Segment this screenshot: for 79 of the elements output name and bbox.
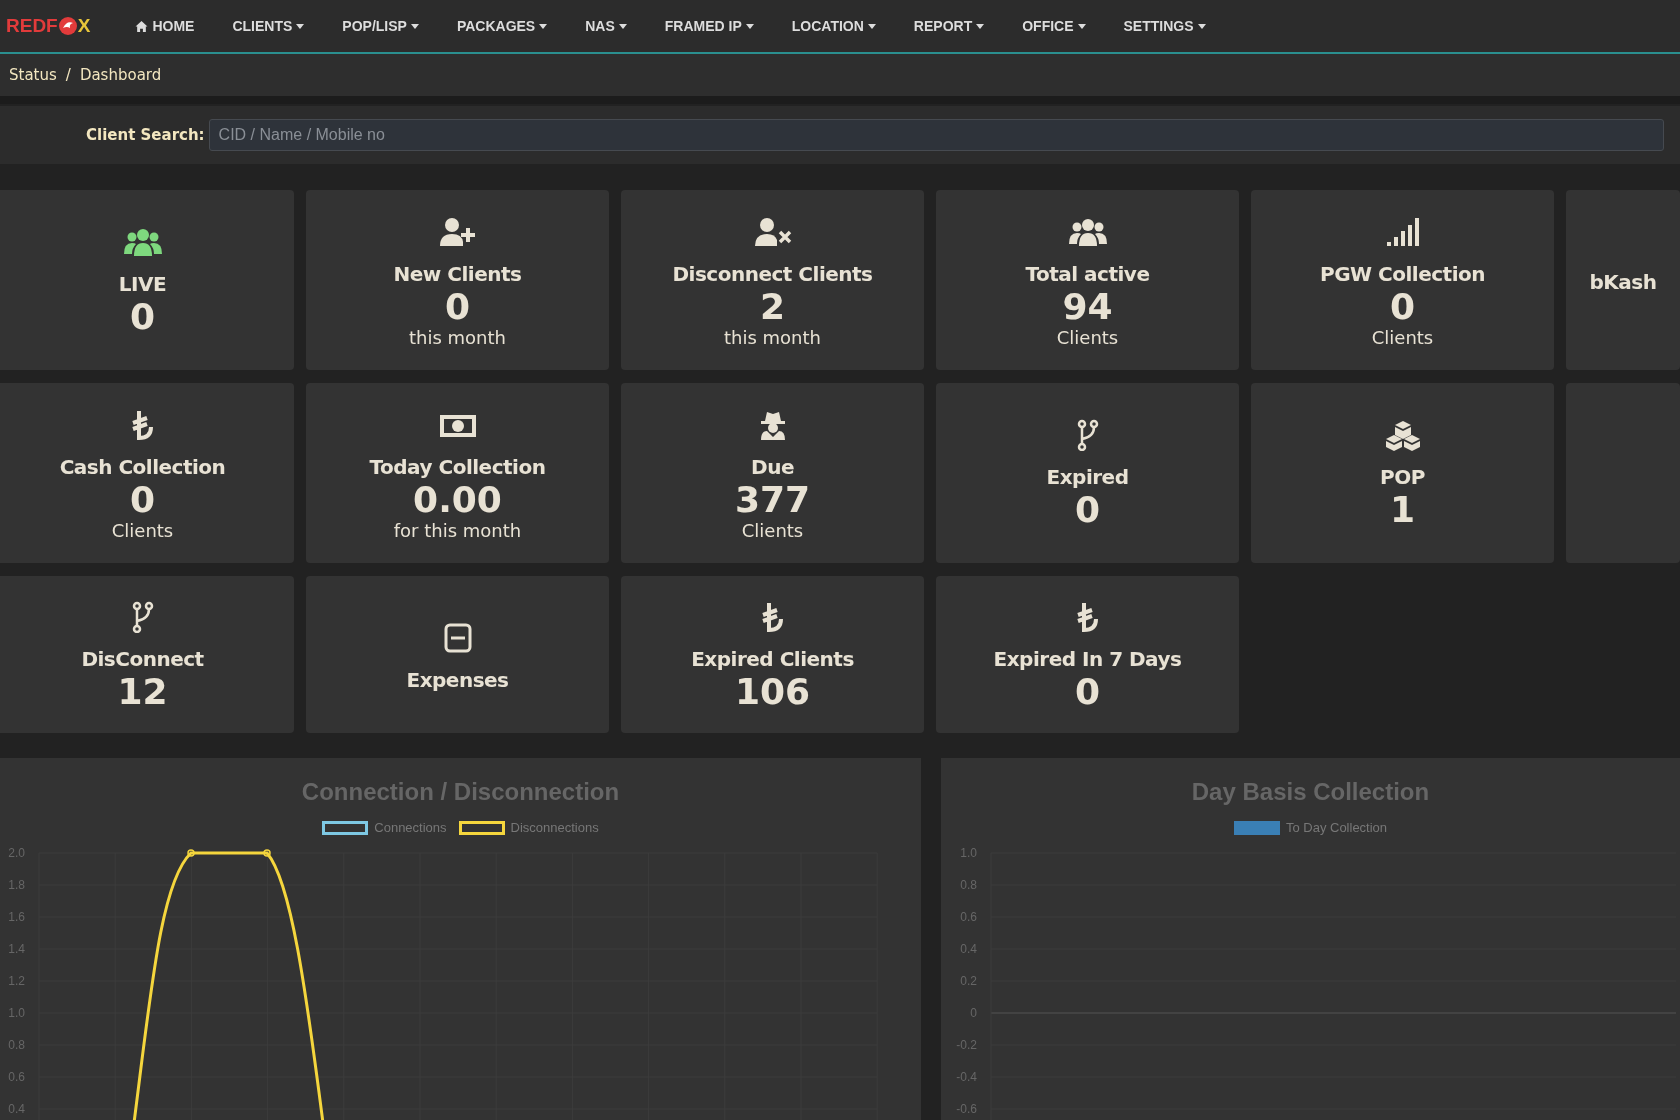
card-value: 0.00 xyxy=(413,478,502,521)
stat-card[interactable]: bKash xyxy=(1566,190,1680,370)
card-subtitle: Clients xyxy=(111,520,174,542)
breadcrumb-link[interactable]: Status xyxy=(9,66,57,84)
card-value: 377 xyxy=(734,478,811,521)
caret-icon xyxy=(1077,23,1086,29)
card-subtitle: Clients xyxy=(1056,327,1119,349)
card-title: Total active xyxy=(1025,261,1150,286)
card-title: Today Collection xyxy=(369,454,546,479)
card-value: 94 xyxy=(1062,285,1113,328)
card-subtitle: this month xyxy=(724,327,821,349)
nav-item[interactable]: LOCATION xyxy=(772,18,895,34)
stat-card[interactable]: DisConnect 12 xyxy=(0,576,294,733)
caret-icon xyxy=(867,23,876,29)
card-title: Due xyxy=(751,454,794,479)
stat-card[interactable]: Due 377 Clients xyxy=(621,383,924,563)
card-title: Expenses xyxy=(406,667,509,692)
stat-card[interactable]: PGW Collection 0 Clients xyxy=(1251,190,1554,370)
card-title: Disconnect Clients xyxy=(672,261,873,286)
nav-item[interactable]: REPORT xyxy=(894,18,1004,34)
card-subtitle: Clients xyxy=(1371,327,1434,349)
stat-card[interactable]: Expired 0 xyxy=(936,383,1239,563)
logo[interactable]: REDF X xyxy=(6,15,91,37)
card-value: 0 xyxy=(1074,670,1101,713)
card-subtitle: this month xyxy=(409,327,506,349)
nav-item[interactable]: PACKAGES xyxy=(437,18,567,34)
nav-item[interactable]: NAS xyxy=(566,18,646,34)
card-value: 0 xyxy=(1389,285,1416,328)
card-value: 0 xyxy=(129,296,156,338)
stat-card[interactable]: Expired In 7 Days 0 xyxy=(936,576,1239,733)
stat-card[interactable]: Expired Clients 106 xyxy=(621,576,924,733)
nav-item[interactable]: HOME xyxy=(116,18,214,34)
stat-card[interactable]: Disconnect Clients 2 this month xyxy=(621,190,924,370)
stat-card[interactable]: Total active 94 Clients xyxy=(936,190,1239,370)
card-value: 0 xyxy=(444,285,471,328)
card-title: Expired In 7 Days xyxy=(993,646,1182,671)
card-title: Cash Collection xyxy=(59,454,226,479)
caret-icon xyxy=(745,23,754,29)
card-subtitle: Clients xyxy=(741,520,804,542)
stat-card[interactable]: Today Collection 0.00 for this month xyxy=(306,383,609,563)
nav-item[interactable]: SETTINGS xyxy=(1104,18,1225,34)
card-value: 12 xyxy=(117,670,168,713)
stat-card[interactable]: LIVE 0 xyxy=(0,190,294,370)
stat-card[interactable]: Cash Collection 0 Clients xyxy=(0,383,294,563)
stat-card[interactable]: POP 1 xyxy=(1251,383,1554,563)
nav-item[interactable]: POP/LISP xyxy=(323,18,438,34)
card-value: 0 xyxy=(1074,489,1101,531)
breadcrumb-separator: / xyxy=(65,66,71,84)
search-label: Client Search: xyxy=(86,126,205,144)
card-subtitle: for this month xyxy=(393,520,522,542)
card-value: 106 xyxy=(734,670,811,713)
card-value: 1 xyxy=(1389,489,1416,531)
caret-icon xyxy=(976,23,985,29)
card-title: POP xyxy=(1380,465,1425,490)
caret-icon xyxy=(618,23,627,29)
card-value: 0 xyxy=(129,478,156,521)
fox-icon xyxy=(57,16,78,36)
card-title: New Clients xyxy=(393,261,522,286)
card-title: LIVE xyxy=(118,272,167,297)
search-field[interactable]: CID / Name / Mobile no xyxy=(208,119,1664,151)
card-title: Expired xyxy=(1046,465,1129,490)
caret-icon xyxy=(296,23,305,29)
breadcrumb-link[interactable]: Dashboard xyxy=(79,66,162,84)
home-icon xyxy=(135,19,149,33)
caret-icon xyxy=(1197,23,1206,29)
card-value: 2 xyxy=(759,285,786,328)
card-title: PGW Collection xyxy=(1319,261,1485,286)
caret-icon xyxy=(539,23,548,29)
nav-item[interactable]: OFFICE xyxy=(1003,18,1105,34)
card-title: Expired Clients xyxy=(691,646,854,671)
stat-card[interactable]: Expenses xyxy=(306,576,609,733)
card-title: bKash xyxy=(1589,270,1657,294)
nav-item[interactable]: FRAMED IP xyxy=(645,18,773,34)
stat-card[interactable]: New Clients 0 this month xyxy=(306,190,609,370)
user-plus-icon xyxy=(437,215,478,248)
user-times-icon xyxy=(752,215,793,248)
nav-item[interactable]: CLIENTS xyxy=(213,18,324,34)
card-title: DisConnect xyxy=(81,646,204,671)
caret-icon xyxy=(410,23,419,29)
